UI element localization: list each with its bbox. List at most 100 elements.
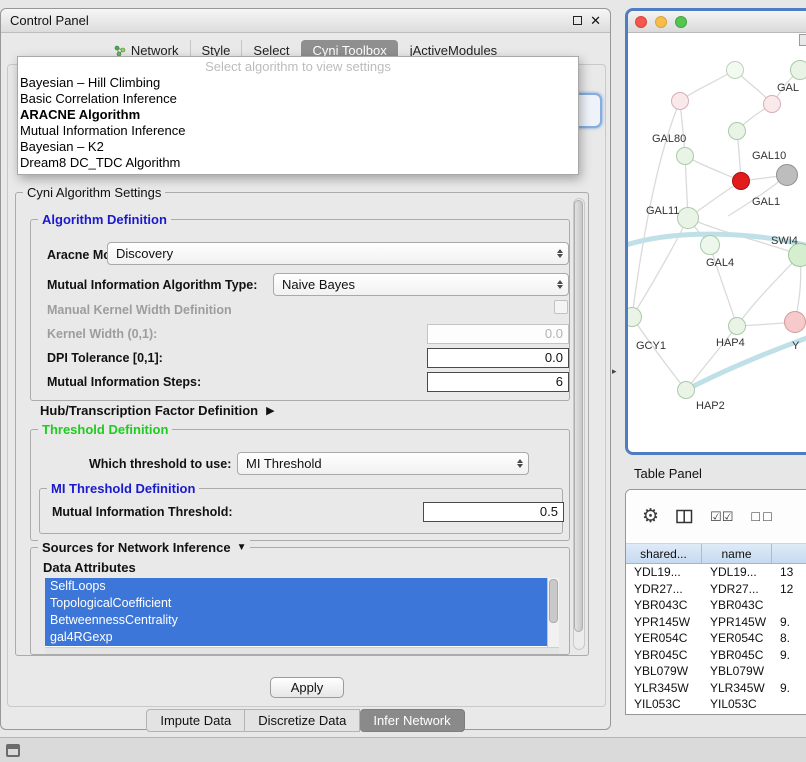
algorithm-dropdown-placeholder: Select algorithm to view settings [18,59,578,75]
mi-threshold-label: Mutual Information Threshold: [52,505,233,519]
mi-steps-label: Mutual Information Steps: [47,375,201,389]
attributes-scrollbar[interactable] [547,578,559,647]
network-node-label: SWI4 [771,235,798,247]
table-row[interactable]: YPR145WYPR145W9. [626,614,806,631]
table-cell: YLR345W [626,680,702,697]
algorithm-option[interactable]: Bayesian – K2 [18,139,578,155]
group-title: Algorithm Definition [38,212,171,227]
column-header[interactable] [772,544,806,563]
network-window-titlebar[interactable] [628,11,806,33]
network-canvas[interactable]: GALGAL80GAL10GAL11GAL1SWI4GAL4GCY1HAP4YH… [628,33,806,452]
overview-toggle[interactable] [799,34,806,46]
bottom-tab-impute-data[interactable]: Impute Data [146,709,245,732]
manual-kernel-checkbox[interactable] [554,300,568,314]
algorithm-definition-group: Algorithm Definition Aracne Mode: Discov… [30,219,570,401]
network-node-label: GAL4 [706,257,734,269]
network-node[interactable] [776,164,798,186]
manual-kernel-label: Manual Kernel Width Definition [47,303,232,317]
network-node[interactable] [790,60,806,80]
which-threshold-select[interactable]: MI Threshold [237,452,529,475]
control-panel-titlebar[interactable]: Control Panel ✕ [1,9,610,33]
network-node[interactable] [728,122,746,140]
threshold-definition-group: Threshold Definition Which threshold to … [30,429,570,541]
network-node[interactable] [676,147,694,165]
table-row[interactable]: YDR27...YDR27...12 [626,581,806,598]
network-node[interactable] [700,235,720,255]
table-cell: YER054C [626,630,702,647]
data-attribute-item[interactable]: SelfLoops [45,578,547,595]
restore-panel-icon[interactable] [6,744,20,757]
settings-scrollbar[interactable] [573,198,585,650]
network-node[interactable] [677,207,699,229]
network-node[interactable] [677,381,695,399]
table-row[interactable]: YBL079WYBL079W [626,663,806,680]
table-cell [772,597,806,614]
mi-algorithm-type-select[interactable]: Naive Bayes [273,273,569,296]
attributes-horizontal-scrollbar[interactable] [45,647,559,654]
network-node-label: GAL80 [652,133,686,145]
table-cell: YBL079W [626,663,702,680]
data-attribute-item[interactable]: BetweennessCentrality [45,612,547,629]
table-row[interactable]: YLR345WYLR345W9. [626,680,806,697]
splitter-collapse-arrow[interactable]: ▸ [612,366,617,377]
algorithm-dropdown-list: Bayesian – Hill ClimbingBasic Correlatio… [18,75,578,171]
algorithm-option[interactable]: Mutual Information Inference [18,123,578,139]
network-node[interactable] [732,172,750,190]
table-row[interactable]: YBR043CYBR043C [626,597,806,614]
table-panel-window: ⚙ ☑☑ ☐☐ shared...name YDL19...YDL19...13… [625,489,806,715]
aracne-mode-select[interactable]: Discovery [107,242,569,265]
close-icon[interactable]: ✕ [590,14,601,27]
column-header[interactable]: shared... [626,544,702,563]
algorithm-option[interactable]: Bayesian – Hill Climbing [18,75,578,91]
network-node[interactable] [726,61,744,79]
float-window-icon[interactable] [573,16,582,25]
window-title: Control Panel [10,13,89,28]
bottom-tab-discretize-data[interactable]: Discretize Data [245,709,360,732]
mi-steps-field[interactable]: 6 [427,372,569,392]
algorithm-dropdown-popup: Select algorithm to view settings Bayesi… [17,56,579,175]
group-title: Cyni Algorithm Settings [23,185,165,200]
table-cell: YBR043C [702,597,772,614]
network-node[interactable] [671,92,689,110]
network-node-label: GCY1 [636,340,666,352]
data-attribute-item[interactable]: TopologicalCoefficient [45,595,547,612]
scrollbar-thumb[interactable] [574,200,583,632]
table-row[interactable]: YBR045CYBR045C9. [626,647,806,664]
dpi-tolerance-field[interactable]: 0.0 [427,348,569,368]
mac-close-button[interactable] [635,16,647,28]
columns-icon[interactable] [676,509,693,524]
scrollbar-thumb[interactable] [549,579,558,623]
table-row[interactable]: YER054CYER054C8. [626,630,806,647]
network-node[interactable] [728,317,746,335]
algorithm-option[interactable]: Dream8 DC_TDC Algorithm [18,155,578,171]
data-attribute-item[interactable]: gal4RGexp [45,629,547,646]
network-node[interactable] [784,311,806,333]
mac-zoom-button[interactable] [675,16,687,28]
network-node[interactable] [625,307,642,327]
select-all-checkboxes-icon[interactable]: ☑☑ [710,509,733,525]
mac-minimize-button[interactable] [655,16,667,28]
table-row[interactable]: YDL19...YDL19...13 [626,564,806,581]
data-attributes-label: Data Attributes [43,560,136,575]
network-node-label: HAP2 [696,400,725,412]
table-cell: YDR27... [626,581,702,598]
column-header[interactable]: name [702,544,772,563]
sources-toggle[interactable]: Sources for Network Inference ▼ [38,540,250,555]
table-row[interactable]: YIL053CYIL053C [626,696,806,713]
algorithm-option[interactable]: ARACNE Algorithm [18,107,578,123]
deselect-all-checkboxes-icon[interactable]: ☐☐ [750,510,774,524]
table-cell: YER054C [702,630,772,647]
bottom-tab-infer-network[interactable]: Infer Network [360,709,464,732]
gear-icon[interactable]: ⚙ [642,505,659,528]
hub-definition-toggle[interactable]: Hub/Transcription Factor Definition ▶ [40,403,275,418]
algorithm-option[interactable]: Basic Correlation Inference [18,91,578,107]
which-threshold-label: Which threshold to use: [89,457,231,471]
mi-threshold-field[interactable]: 0.5 [423,502,564,522]
network-node[interactable] [763,95,781,113]
table-cell: YBR045C [626,647,702,664]
network-view-window: GALGAL80GAL10GAL11GAL1SWI4GAL4GCY1HAP4YH… [625,8,806,455]
kernel-width-field[interactable]: 0.0 [427,324,569,344]
apply-button[interactable]: Apply [270,677,344,698]
expand-arrow-icon: ▶ [266,404,274,417]
which-threshold-value: MI Threshold [246,456,517,471]
